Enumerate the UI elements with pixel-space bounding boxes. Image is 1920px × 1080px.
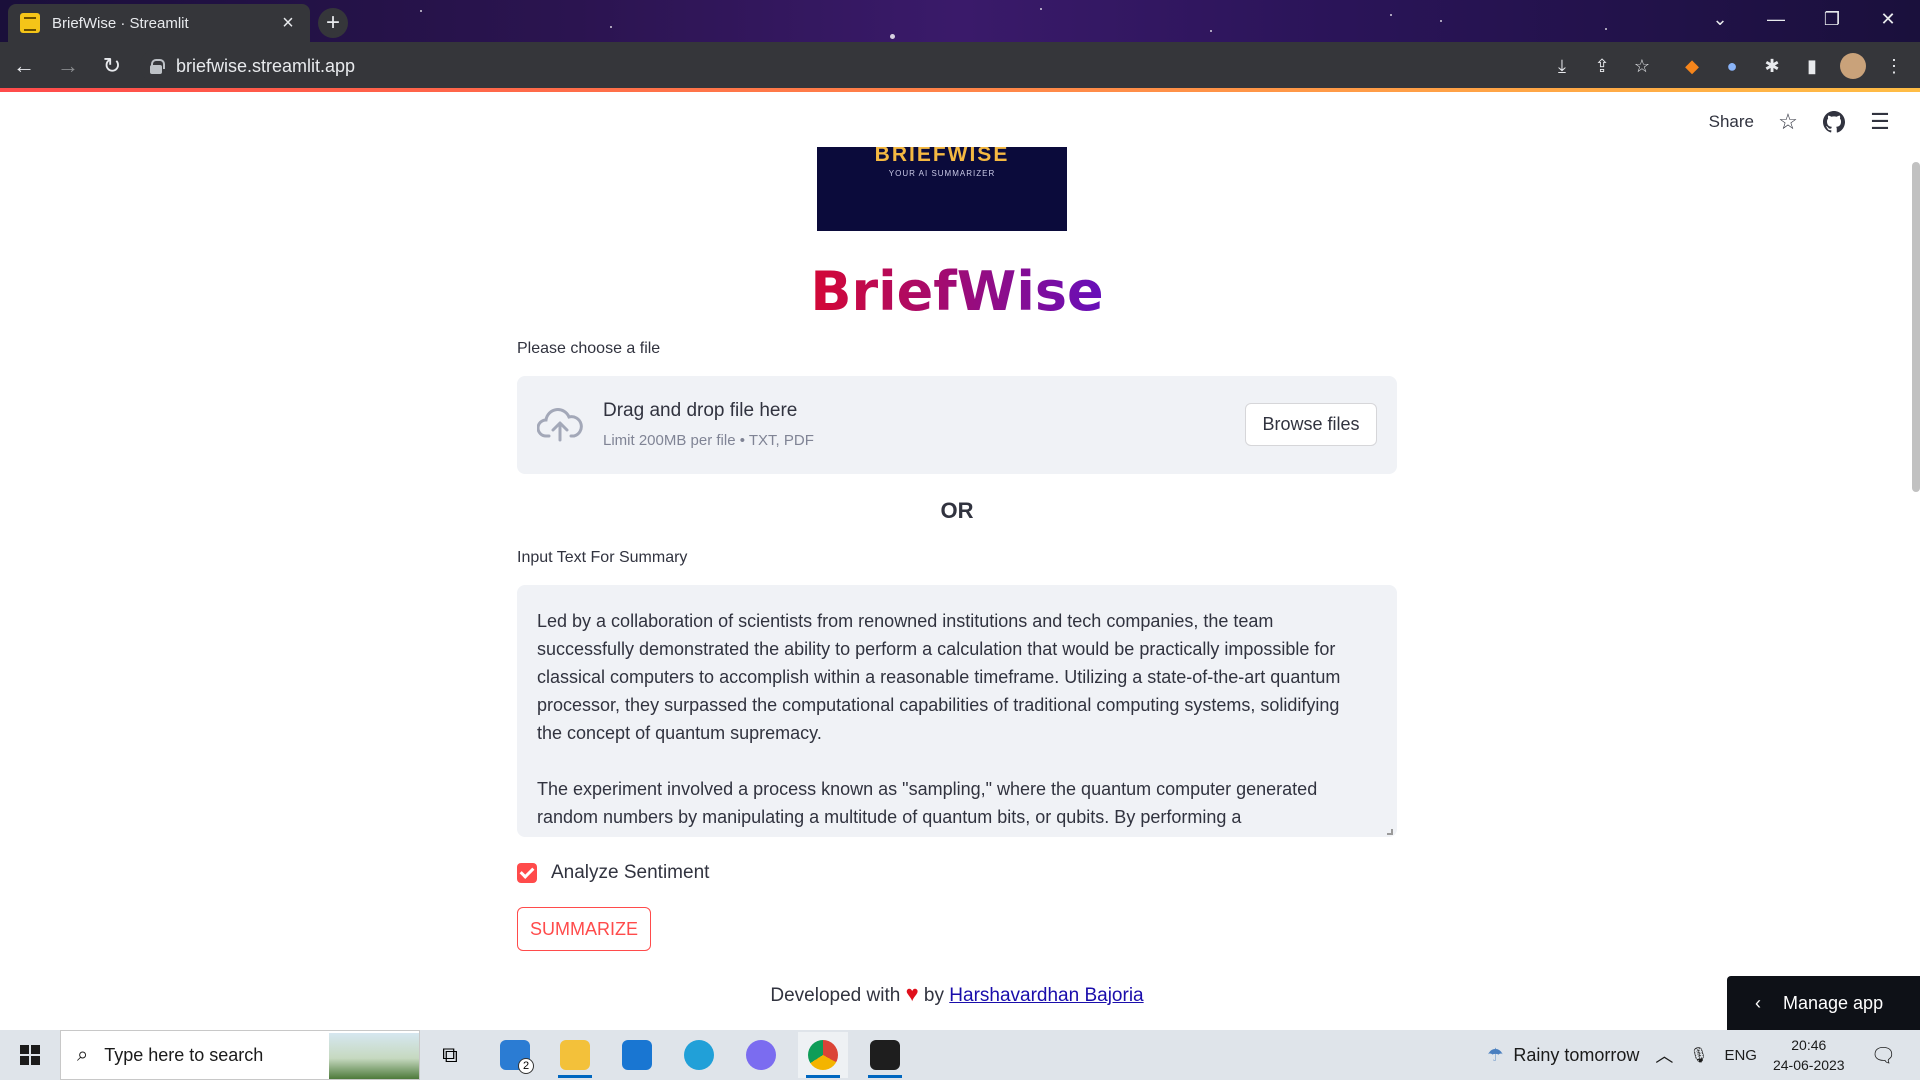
taskbar-search-box[interactable]: ⌕ Type here to search [60,1030,420,1080]
file-dropzone[interactable]: Drag and drop file here Limit 200MB per … [517,376,1397,474]
heart-icon: ♥ [905,981,919,1006]
manage-app-label: Manage app [1783,992,1884,1013]
checkbox-checked-icon[interactable] [517,863,537,883]
text-paragraph: Led by a collaboration of scientists fro… [537,611,1341,743]
mail-app-icon[interactable]: 2 [490,1032,540,1078]
or-separator: OR [940,498,974,523]
share-button[interactable]: Share [1709,112,1754,132]
copilot-app-icon[interactable] [736,1032,786,1078]
footer-by: by [923,985,944,1006]
resize-handle-icon[interactable] [1387,829,1393,835]
microsoft-store-icon[interactable] [612,1032,662,1078]
search-highlight-image [329,1033,419,1079]
reload-icon[interactable]: ↻ [92,46,132,86]
back-icon[interactable]: ← [4,46,44,86]
notifications-icon[interactable]: 🗨 [1871,1043,1896,1068]
manage-app-button[interactable]: ‹ Manage app [1727,976,1920,1030]
mail-badge: 2 [518,1058,534,1074]
share-page-icon[interactable]: ⇪ [1590,54,1614,78]
clock-date: 24-06-2023 [1772,1057,1845,1073]
side-panel-icon[interactable]: ▮ [1800,54,1824,78]
system-tray: ☂ Rainy tomorrow ︿ 🎙 ENG 20:46 24-06-202… [1487,1030,1920,1080]
checkbox-label: Analyze Sentiment [551,862,710,883]
rain-cloud-icon: ☂ [1487,1044,1504,1065]
streamlit-page: Share ☆ ☰ BRIEFWISE YOUR AI SUMMARIZER B… [0,92,1920,1030]
weather-text: Rainy tomorrow [1513,1044,1640,1065]
bookmark-star-icon[interactable]: ☆ [1630,54,1654,78]
author-link[interactable]: Harshavardhan Bajoria [949,985,1143,1006]
hamburger-menu-icon[interactable]: ☰ [1868,109,1892,134]
file-uploader-label: Please choose a file [517,340,661,357]
streamlit-header: Share ☆ ☰ [1709,109,1892,134]
dropzone-limit-text: Limit 200MB per file • TXT, PDF [603,432,814,449]
lock-icon [150,59,165,74]
close-window-icon[interactable]: ✕ [1860,0,1916,38]
language-indicator[interactable]: ENG [1724,1047,1757,1064]
restore-icon[interactable]: ❐ [1804,0,1860,38]
weather-widget[interactable]: ☂ Rainy tomorrow [1487,1045,1639,1066]
page-scrollbar[interactable] [1912,162,1920,492]
browse-files-button[interactable]: Browse files [1245,403,1377,446]
browser-tab[interactable]: BriefWise · Streamlit × [8,4,310,42]
cloud-upload-icon [537,408,583,442]
new-tab-button[interactable]: + [318,8,348,38]
start-button[interactable] [0,1030,60,1080]
address-bar[interactable]: briefwise.streamlit.app [140,48,1650,84]
banner-title: BRIEFWISE [874,147,1010,166]
forward-icon[interactable]: → [48,46,88,86]
clock-time: 20:46 [1791,1037,1827,1053]
browser-tab-bar: BriefWise · Streamlit × + ⌄ — ❐ ✕ [0,0,1920,42]
dropzone-instructions: Drag and drop file here [603,400,798,421]
summary-text-area[interactable]: Led by a collaboration of scientists fro… [517,585,1397,837]
windows-logo-icon [20,1045,40,1065]
edge-browser-icon[interactable] [674,1032,724,1078]
browser-menu-icon[interactable]: ⋮ [1882,54,1906,78]
chevron-up-icon[interactable]: ︿ [1655,1042,1673,1068]
taskbar-clock[interactable]: 20:46 24-06-2023 [1773,1035,1845,1075]
chevron-left-icon: ‹ [1755,992,1761,1013]
minimize-icon[interactable]: — [1748,0,1804,38]
extensions-puzzle-icon[interactable]: ✱ [1760,54,1784,78]
briefwise-banner-image: BRIEFWISE YOUR AI SUMMARIZER [817,147,1067,231]
streamlit-favicon-icon [20,13,40,33]
tab-search-icon[interactable]: ⌄ [1692,0,1748,38]
footer-credit: Developed with ♥ by Harshavardhan Bajori… [517,981,1397,1007]
metamask-extension-icon[interactable]: ◆ [1680,54,1704,78]
url-text: briefwise.streamlit.app [176,55,356,76]
page-title: BriefWise [517,260,1397,323]
text-input-label: Input Text For Summary [517,549,688,566]
terminal-app-icon[interactable] [860,1032,910,1078]
search-placeholder: Type here to search [104,1044,264,1065]
file-explorer-icon[interactable] [550,1032,600,1078]
search-icon: ⌕ [77,1043,89,1066]
star-icon[interactable]: ☆ [1776,109,1800,134]
chrome-browser-icon[interactable] [798,1032,848,1078]
microphone-icon[interactable]: 🎙 [1689,1046,1708,1064]
banner-subtitle: YOUR AI SUMMARIZER [888,169,996,178]
footer-prefix: Developed with [770,985,901,1006]
profile-avatar[interactable] [1840,53,1866,79]
analyze-sentiment-checkbox[interactable]: Analyze Sentiment [517,862,709,884]
task-view-icon[interactable]: ⧉ [425,1032,475,1078]
extension-circle-icon[interactable]: ● [1720,54,1744,78]
summarize-button[interactable]: SUMMARIZE [517,907,651,951]
install-app-icon[interactable]: ⤓ [1550,54,1574,78]
text-paragraph: The experiment involved a process known … [537,779,1318,827]
tab-title: BriefWise · Streamlit [52,14,189,32]
github-icon[interactable] [1822,110,1846,134]
close-tab-icon[interactable]: × [278,12,298,35]
browser-toolbar: ← → ↻ briefwise.streamlit.app ⤓ ⇪ ☆ ◆ ● … [0,42,1920,90]
